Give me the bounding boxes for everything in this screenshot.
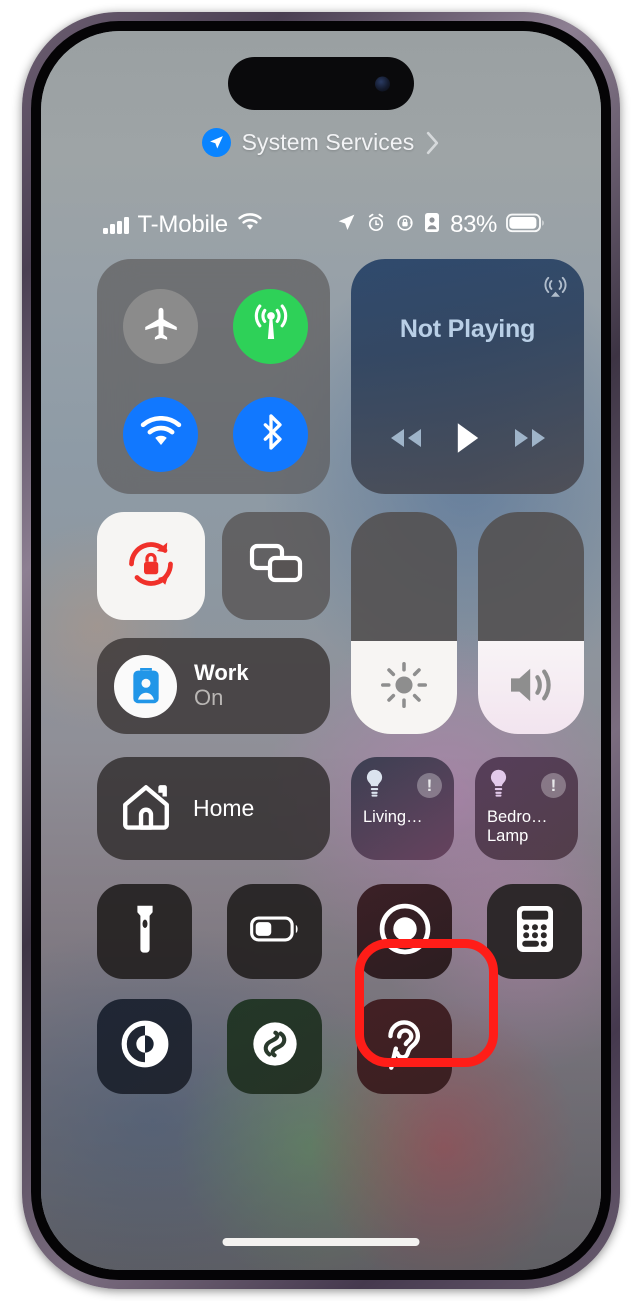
focus-mode-button[interactable]: Work On bbox=[97, 638, 330, 734]
hearing-ear-icon bbox=[382, 1017, 428, 1076]
bluetooth-button[interactable] bbox=[233, 397, 308, 472]
bluetooth-icon bbox=[251, 412, 291, 457]
home-app-label: Home bbox=[193, 795, 255, 821]
dark-mode-icon bbox=[119, 1018, 171, 1075]
lightbulb-icon bbox=[487, 768, 510, 803]
alert-badge-icon: ! bbox=[417, 773, 442, 798]
volume-slider[interactable] bbox=[478, 512, 584, 734]
alert-badge-icon: ! bbox=[541, 773, 566, 798]
rotation-lock-icon bbox=[395, 213, 415, 238]
cellular-antenna-icon bbox=[249, 302, 293, 351]
iphone-device-frame: System Services T-Mobile 83% Not Playing… bbox=[22, 12, 620, 1289]
rotation-lock-icon bbox=[121, 534, 181, 599]
chevron-right-icon bbox=[425, 131, 440, 155]
brightness-slider[interactable] bbox=[351, 512, 457, 734]
screen-record-icon bbox=[378, 902, 432, 961]
wifi-button[interactable] bbox=[123, 397, 198, 472]
screen-mirroring-icon bbox=[248, 542, 304, 591]
flashlight-button[interactable] bbox=[97, 884, 192, 979]
toggles-column: Work On bbox=[97, 512, 330, 734]
wifi-icon bbox=[237, 213, 263, 237]
airplane-icon bbox=[140, 303, 182, 350]
cellular-bars-icon bbox=[103, 216, 129, 234]
wifi-icon bbox=[139, 415, 183, 454]
play-icon[interactable] bbox=[453, 421, 483, 460]
media-transport-controls bbox=[351, 421, 584, 460]
dark-mode-button[interactable] bbox=[97, 999, 192, 1094]
shazam-button[interactable] bbox=[227, 999, 322, 1094]
location-arrow-icon bbox=[336, 212, 357, 238]
airplay-audio-icon[interactable] bbox=[542, 272, 569, 304]
home-indicator[interactable] bbox=[222, 1238, 420, 1246]
flashlight-icon bbox=[125, 903, 165, 960]
cc-row-connectivity-media: Not Playing bbox=[97, 259, 584, 494]
hearing-button[interactable] bbox=[357, 999, 452, 1094]
dynamic-island bbox=[228, 57, 414, 110]
status-bar: T-Mobile 83% bbox=[41, 203, 601, 247]
battery-icon bbox=[506, 213, 545, 238]
connectivity-module bbox=[97, 259, 330, 494]
shazam-icon bbox=[249, 1018, 301, 1075]
toggle-pair bbox=[97, 512, 330, 620]
battery-percent-label: 83% bbox=[450, 211, 497, 238]
media-title: Not Playing bbox=[399, 315, 536, 343]
fast-forward-icon[interactable] bbox=[512, 425, 548, 456]
calculator-button[interactable] bbox=[487, 884, 582, 979]
cc-row-utilities-2 bbox=[97, 999, 584, 1094]
device-bezel: System Services T-Mobile 83% Not Playing… bbox=[31, 21, 611, 1280]
device-screen: System Services T-Mobile 83% Not Playing… bbox=[41, 31, 601, 1270]
sliders-group bbox=[351, 512, 584, 734]
media-player-module[interactable]: Not Playing bbox=[351, 259, 584, 494]
home-house-icon bbox=[119, 779, 173, 838]
airplane-mode-button[interactable] bbox=[123, 289, 198, 364]
front-camera-icon bbox=[375, 76, 390, 91]
low-power-mode-button[interactable] bbox=[227, 884, 322, 979]
home-app-button[interactable]: Home bbox=[97, 757, 330, 860]
battery-icon bbox=[249, 915, 300, 948]
control-center: Not Playing Work On Home ! Living… ! Bed… bbox=[97, 259, 584, 1094]
screen-record-button[interactable] bbox=[357, 884, 452, 979]
home-accessory-tile[interactable]: ! Bedro… Lamp bbox=[475, 757, 578, 860]
home-accessory-label: Living… bbox=[363, 808, 423, 826]
cc-row-home: Home ! Living… ! Bedro… Lamp bbox=[97, 757, 584, 860]
focus-mode-name: Work bbox=[194, 660, 249, 686]
calculator-icon bbox=[515, 904, 555, 959]
carrier-label: T-Mobile bbox=[137, 211, 229, 238]
lightbulb-icon bbox=[363, 768, 386, 803]
rewind-icon[interactable] bbox=[388, 425, 424, 456]
rotation-lock-button[interactable] bbox=[97, 512, 205, 620]
cc-row-toggles-sliders: Work On bbox=[97, 512, 584, 734]
cc-row-utilities-1 bbox=[97, 884, 584, 979]
home-accessory-label: Bedro… Lamp bbox=[487, 808, 548, 846]
location-arrow-icon bbox=[201, 128, 231, 157]
screen-mirroring-button[interactable] bbox=[222, 512, 330, 620]
brightness-sun-icon bbox=[379, 660, 429, 715]
volume-speaker-icon bbox=[505, 662, 557, 713]
alarm-clock-icon bbox=[366, 213, 386, 238]
system-services-banner[interactable]: System Services bbox=[41, 128, 601, 157]
work-focus-badge-icon bbox=[114, 654, 177, 718]
home-accessory-tile[interactable]: ! Living… bbox=[351, 757, 454, 860]
focus-mode-state: On bbox=[194, 685, 224, 710]
system-services-label: System Services bbox=[241, 129, 415, 155]
focus-id-badge-icon bbox=[424, 212, 440, 238]
cellular-data-button[interactable] bbox=[233, 289, 308, 364]
